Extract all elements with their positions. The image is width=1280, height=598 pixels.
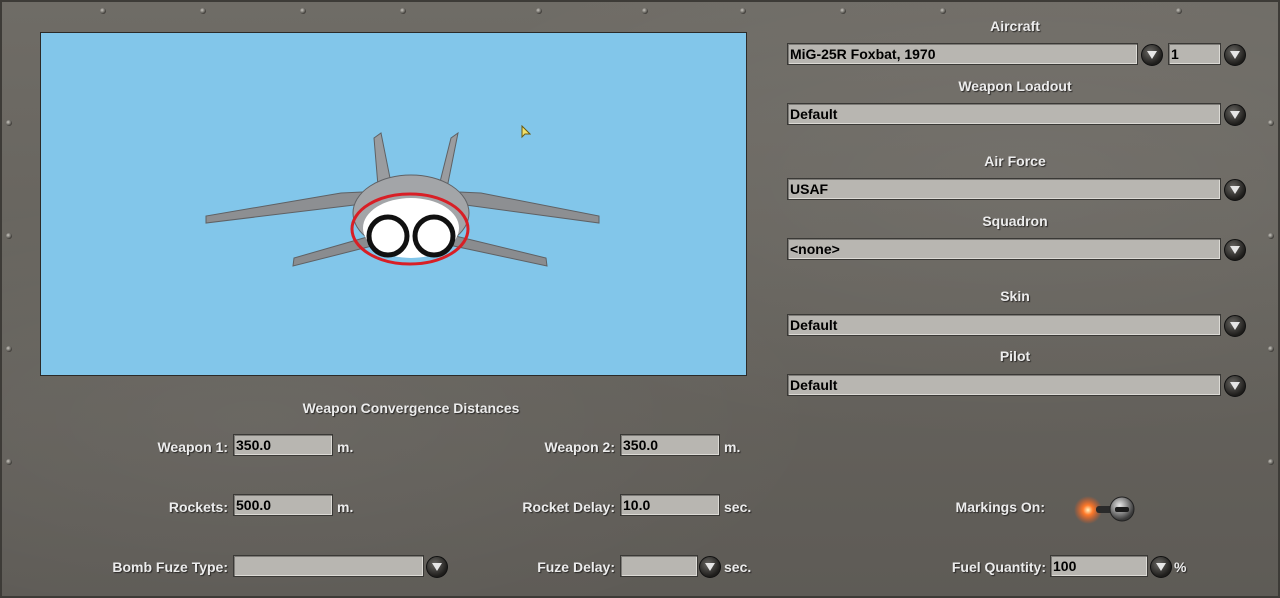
- rivet: [1268, 120, 1274, 126]
- rivet: [740, 8, 746, 14]
- chevron-down-icon: [1230, 186, 1240, 194]
- rivet: [642, 8, 648, 14]
- weapon2-label: Weapon 2:: [544, 439, 615, 455]
- rockets-input[interactable]: 500.0: [233, 494, 333, 516]
- weapon1-unit: m.: [337, 439, 354, 455]
- rocket-delay-input[interactable]: 10.0: [620, 494, 720, 516]
- fuel-quantity-unit: %: [1174, 559, 1187, 575]
- rivet: [1268, 459, 1274, 465]
- weapon1-input[interactable]: 350.0: [233, 434, 333, 456]
- fuel-quantity-dropdown-button[interactable]: [1150, 556, 1172, 578]
- rivet: [840, 8, 846, 14]
- chevron-down-icon: [1230, 51, 1240, 59]
- pilot-dropdown-button[interactable]: [1224, 375, 1246, 397]
- rivet: [6, 346, 12, 352]
- fuze-delay-select[interactable]: [620, 555, 698, 577]
- mouse-cursor-icon: [521, 125, 531, 139]
- squadron-select[interactable]: <none>: [787, 238, 1221, 260]
- aircraft-label: Aircraft: [990, 18, 1040, 34]
- chevron-down-icon: [1230, 382, 1240, 390]
- aircraft-count-dropdown-button[interactable]: [1224, 44, 1246, 66]
- rockets-label: Rockets:: [168, 499, 228, 515]
- rockets-unit: m.: [337, 499, 354, 515]
- fuel-quantity-select[interactable]: 100: [1050, 555, 1148, 577]
- chevron-down-icon: [1147, 51, 1157, 59]
- rivet: [1176, 8, 1182, 14]
- fuel-quantity-label: Fuel Quantity:: [951, 559, 1046, 575]
- air-force-label: Air Force: [984, 153, 1046, 169]
- bomb-fuze-type-select[interactable]: [233, 555, 424, 577]
- rivet: [400, 8, 406, 14]
- rocket-delay-label: Rocket Delay:: [522, 499, 615, 515]
- aircraft-preview[interactable]: [40, 32, 747, 376]
- rivet: [6, 233, 12, 239]
- rivet: [1268, 346, 1274, 352]
- chevron-down-icon: [1230, 246, 1240, 254]
- fuze-delay-unit: sec.: [724, 559, 752, 575]
- aircraft-count-select[interactable]: 1: [1168, 43, 1221, 65]
- aircraft-dropdown-button[interactable]: [1141, 44, 1163, 66]
- skin-select[interactable]: Default: [787, 314, 1221, 336]
- rivet: [536, 8, 542, 14]
- pilot-label: Pilot: [999, 348, 1031, 364]
- toggle-switch-icon: [1074, 496, 1135, 524]
- pilot-select[interactable]: Default: [787, 374, 1221, 396]
- convergence-title: Weapon Convergence Distances: [302, 400, 520, 416]
- chevron-down-icon: [432, 563, 442, 571]
- weapon2-input[interactable]: 350.0: [620, 434, 720, 456]
- rivet: [1268, 233, 1274, 239]
- rivet: [6, 459, 12, 465]
- fuze-delay-dropdown-button[interactable]: [699, 556, 721, 578]
- chevron-down-icon: [705, 563, 715, 571]
- skin-dropdown-button[interactable]: [1224, 315, 1246, 337]
- rivet: [100, 8, 106, 14]
- squadron-label: Squadron: [982, 213, 1048, 229]
- weapon-loadout-select[interactable]: Default: [787, 103, 1221, 125]
- aircraft-select[interactable]: MiG-25R Foxbat, 1970: [787, 43, 1138, 65]
- weapon2-unit: m.: [724, 439, 741, 455]
- aircraft-rear-view: [205, 131, 600, 267]
- squadron-dropdown-button[interactable]: [1224, 239, 1246, 261]
- rivet: [300, 8, 306, 14]
- rivet: [200, 8, 206, 14]
- rivet: [6, 120, 12, 126]
- markings-toggle[interactable]: [1070, 492, 1138, 526]
- chevron-down-icon: [1230, 322, 1240, 330]
- chevron-down-icon: [1230, 111, 1240, 119]
- rivet: [940, 8, 946, 14]
- air-force-select[interactable]: USAF: [787, 178, 1221, 200]
- rocket-delay-unit: sec.: [724, 499, 752, 515]
- bomb-fuze-type-label: Bomb Fuze Type:: [112, 559, 228, 575]
- weapon-loadout-dropdown-button[interactable]: [1224, 104, 1246, 126]
- chevron-down-icon: [1156, 563, 1166, 571]
- skin-label: Skin: [1000, 288, 1030, 304]
- weapon-loadout-label: Weapon Loadout: [958, 78, 1072, 94]
- markings-label: Markings On:: [955, 499, 1045, 515]
- weapon1-label: Weapon 1:: [157, 439, 228, 455]
- fuze-delay-label: Fuze Delay:: [537, 559, 615, 575]
- air-force-dropdown-button[interactable]: [1224, 179, 1246, 201]
